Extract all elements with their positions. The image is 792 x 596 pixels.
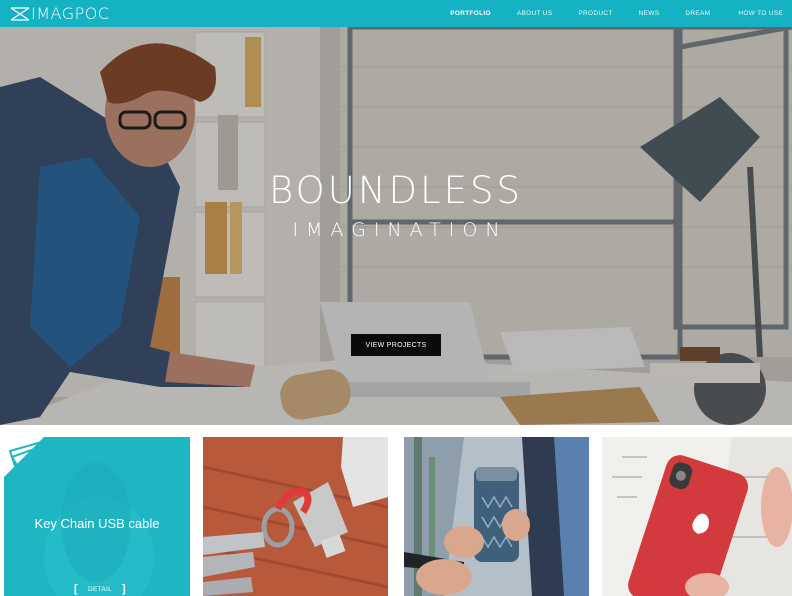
product-tile-thermos-image — [404, 437, 589, 596]
logo-mark-icon — [10, 6, 30, 22]
nav-item-how-to-use[interactable]: HOW TO USE — [738, 10, 783, 17]
bracket-right-icon: ] — [122, 583, 127, 595]
hero-banner: BOUNDLESS IMAGINATION VIEW PROJECTS — [0, 27, 792, 425]
product-tile-keys[interactable] — [203, 437, 388, 596]
tile-title: Key Chain USB cable — [34, 516, 160, 531]
detail-button[interactable]: [ DETAIL ] — [74, 582, 126, 596]
main-menu: PORTFOLIO ABOUT US PRODUCT NEWS DREAM HO… — [450, 0, 792, 27]
product-tile-phone-case-image — [602, 437, 792, 596]
detail-label: DETAIL — [87, 585, 113, 593]
hero-title: BOUNDLESS — [269, 169, 523, 212]
product-tile-phone-case[interactable] — [602, 437, 792, 596]
view-projects-button[interactable]: VIEW PROJECTS — [351, 334, 441, 356]
product-tile-key-chain[interactable]: Key Chain USB cable [ DETAIL ] — [4, 437, 190, 596]
brand-name: IMAGPOC — [31, 4, 110, 23]
nav-item-product[interactable]: PRODUCT — [578, 10, 612, 17]
nav-item-about-us[interactable]: ABOUT US — [517, 10, 553, 17]
product-tile-keys-image — [203, 437, 388, 596]
product-tile-thermos[interactable] — [404, 437, 589, 596]
top-nav-bar: IMAGPOC PORTFOLIO ABOUT US PRODUCT NEWS … — [0, 0, 792, 27]
hero-subtitle: IMAGINATION — [292, 219, 508, 241]
bracket-left-icon: [ — [74, 583, 78, 595]
nav-item-dream[interactable]: DREAM — [685, 10, 710, 17]
nav-item-portfolio[interactable]: PORTFOLIO — [450, 10, 491, 17]
brand-logo[interactable]: IMAGPOC — [10, 4, 110, 23]
nav-item-news[interactable]: NEWS — [639, 10, 660, 17]
